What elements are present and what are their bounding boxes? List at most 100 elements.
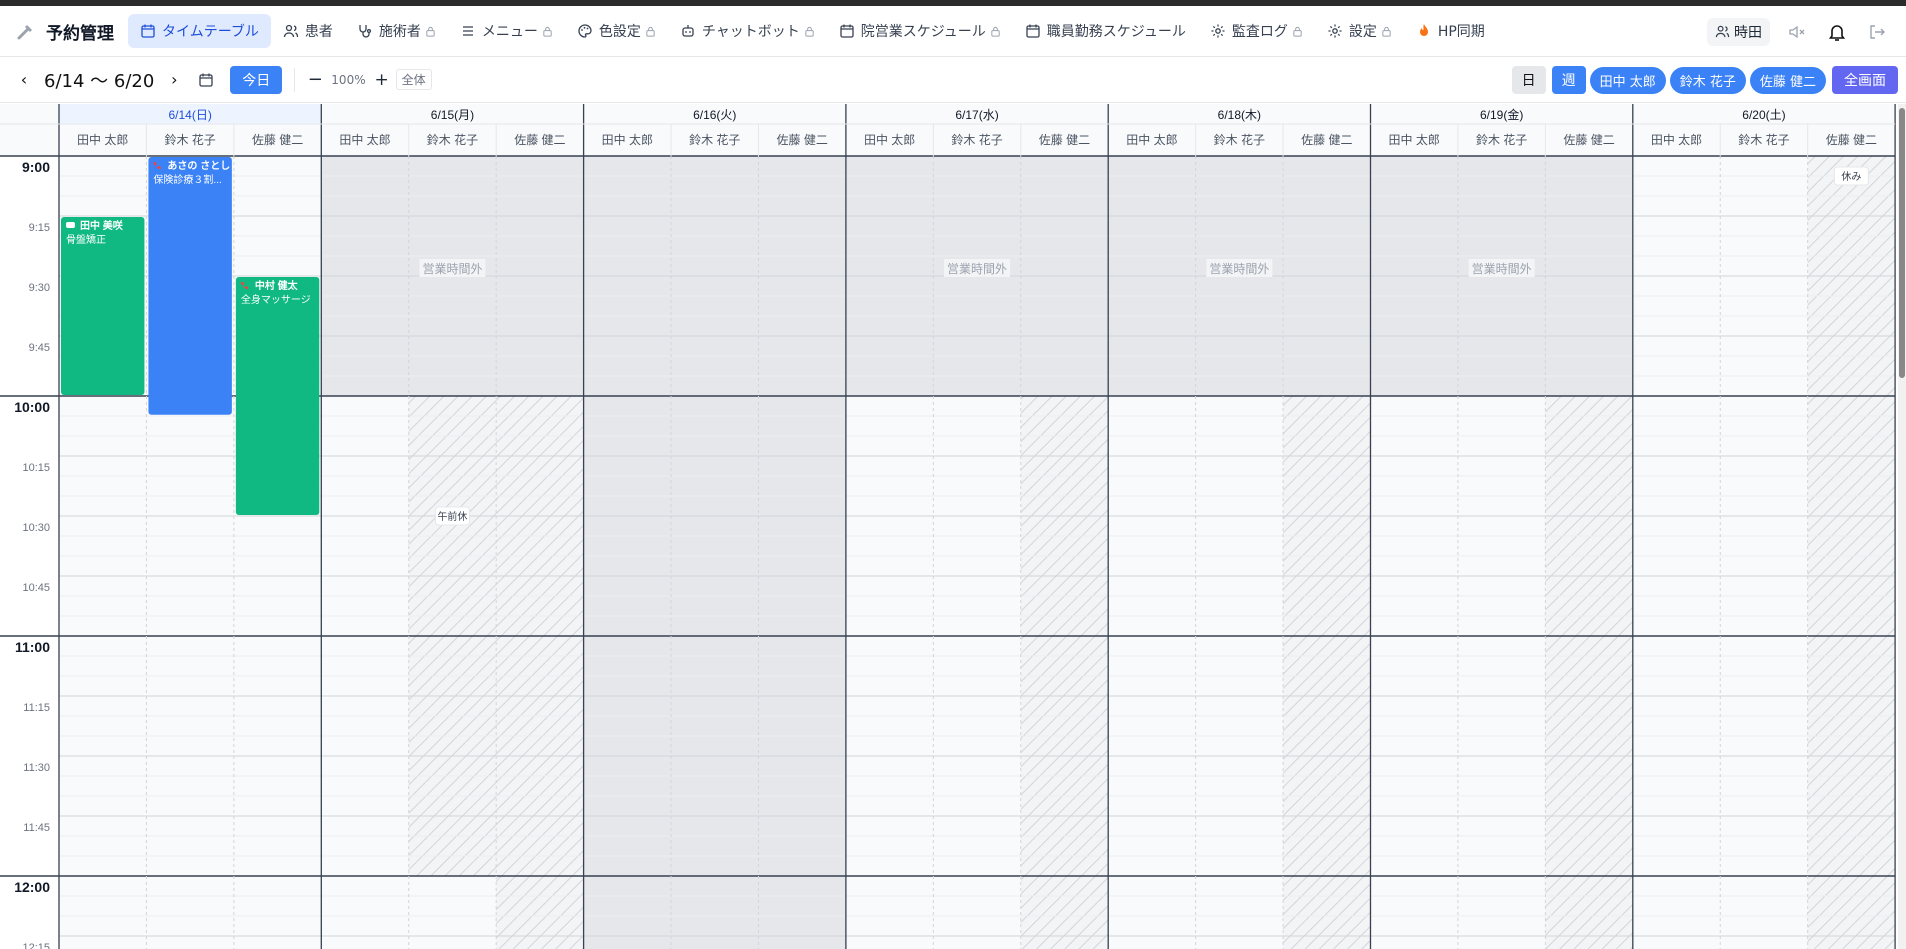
bot-icon (680, 23, 696, 39)
nav-item-4[interactable]: 色設定 (565, 14, 668, 48)
time-label: 11:00 (15, 639, 50, 655)
staff-column-header: 鈴木 花子 (427, 132, 478, 147)
today-button[interactable]: 今日 (230, 65, 283, 94)
staff-filter-pill[interactable]: 田中 太郎 (1589, 66, 1666, 94)
closed-label: 営業時間外 (1209, 262, 1269, 276)
zoom-in-button[interactable]: + (374, 70, 390, 90)
nav-item-label: 設定 (1348, 24, 1377, 40)
appointment-patient: 田中 美咲 (80, 219, 124, 232)
staff-column-header: 佐藤 健二 (1039, 133, 1090, 147)
closed-label: 営業時間外 (1472, 262, 1532, 276)
zoom-fit-button[interactable]: 全体 (395, 69, 432, 90)
prev-week-button[interactable]: ‹ (14, 70, 34, 90)
bell-icon[interactable] (1826, 21, 1848, 43)
staff-filter-pill[interactable]: 鈴木 花子 (1669, 66, 1746, 94)
day-header: 6/20(土) (1742, 108, 1785, 122)
users-icon (283, 23, 299, 39)
appointment-card[interactable]: 田中 美咲骨盤矯正 (61, 217, 145, 395)
tool-icon (17, 25, 32, 40)
staff-off-block (496, 396, 584, 949)
nav-item-5[interactable]: チャットボット (668, 14, 827, 48)
appointment-patient: あさの さとし (167, 159, 230, 172)
chat-icon (66, 222, 75, 228)
appointment-menu: 保険診療３割... (153, 173, 221, 186)
staff-column-header: 佐藤 健二 (1301, 133, 1352, 147)
time-label: 12:15 (22, 942, 50, 949)
staff-column-header: 佐藤 健二 (514, 133, 565, 147)
zoom-level: 100% (331, 72, 366, 87)
appointment-patient: 中村 健太 (255, 279, 299, 292)
closed-block (583, 156, 846, 949)
closed-label: 営業時間外 (422, 262, 482, 276)
day-header: 6/15(月) (431, 108, 474, 122)
zoom-out-button[interactable]: − (307, 69, 323, 90)
staff-off-block (1807, 156, 1896, 949)
app-logo: 予約管理 (16, 19, 114, 44)
logout-icon[interactable] (1866, 21, 1888, 43)
calendar-icon (140, 23, 156, 39)
date-picker-button[interactable] (196, 70, 216, 90)
gear-icon (1210, 23, 1226, 39)
nav-item-6[interactable]: 院営業スケジュール (827, 14, 1013, 48)
staff-column-header: 鈴木 花子 (1214, 132, 1265, 147)
staff-column-header: 鈴木 花子 (164, 132, 215, 147)
nav-item-3[interactable]: メニュー (448, 14, 565, 48)
time-label: 10:30 (22, 522, 50, 534)
nav-item-label: タイムテーブル (162, 24, 259, 40)
nav-item-1[interactable]: 患者 (271, 14, 345, 48)
day-view-button[interactable]: 日 (1511, 66, 1546, 94)
nav-item-0[interactable]: タイムテーブル (128, 14, 271, 48)
scrollbar-thumb[interactable] (1899, 108, 1905, 378)
calendar-icon (1025, 23, 1041, 39)
staff-column-header: 鈴木 花子 (1476, 132, 1527, 147)
fullscreen-button[interactable]: 全画面 (1832, 66, 1898, 94)
day-header: 6/16(火) (693, 108, 736, 122)
timetable-grid: 9:00 9:15 9:30 9:45 10:00 10:15 10:30 10:45 11:0… (0, 104, 1896, 949)
lock-icon (804, 26, 815, 37)
calendar-icon (199, 73, 213, 87)
nav-item-2[interactable]: 施術者 (345, 14, 448, 48)
lock-icon (990, 26, 1001, 37)
list-icon (460, 23, 476, 39)
nav-item-9[interactable]: 設定 (1315, 14, 1404, 48)
time-label: 11:45 (23, 822, 50, 834)
users-icon (1715, 25, 1730, 38)
appointment-menu: 全身マッサージ (241, 293, 311, 306)
staff-column-header: 田中 太郎 (339, 132, 390, 147)
time-label: 9:30 (29, 282, 50, 294)
lock-icon (425, 26, 436, 37)
staff-column-header: 佐藤 健二 (777, 133, 828, 147)
day-header: 6/19(金) (1480, 107, 1523, 122)
nav-item-8[interactable]: 監査ログ (1198, 14, 1315, 48)
user-chip[interactable]: 時田 (1707, 17, 1770, 46)
day-header: 6/14(日) (168, 108, 211, 122)
time-label: 10:45 (22, 582, 50, 594)
appointment-menu: 骨盤矯正 (66, 233, 106, 246)
vertical-scrollbar[interactable] (1898, 104, 1906, 949)
mute-icon[interactable] (1786, 21, 1808, 43)
user-name: 時田 (1734, 24, 1762, 41)
next-week-button[interactable]: › (164, 70, 184, 90)
nav-item-label: チャットボット (701, 24, 800, 40)
appointment-card[interactable]: あさの さとし保険診療３割... (148, 157, 232, 415)
staff-filter-pill[interactable]: 佐藤 健二 (1749, 66, 1826, 94)
appointment-card[interactable]: 中村 健太全身マッサージ (235, 277, 320, 515)
time-label: 9:45 (29, 342, 50, 354)
time-label: 11:30 (23, 762, 50, 774)
lock-icon (645, 26, 656, 37)
lock-icon (1292, 26, 1303, 37)
nav-item-10[interactable]: HP同期 (1404, 14, 1497, 48)
week-view-button[interactable]: 週 (1551, 66, 1586, 94)
date-range: 6/14 〜 6/20 (44, 70, 155, 92)
fire-icon (1416, 23, 1432, 39)
week-timetable: 9:00 9:15 9:30 9:45 10:00 10:15 10:30 10:45 11:0… (0, 104, 1906, 949)
nav-item-7[interactable]: 職員勤務スケジュール (1013, 14, 1198, 48)
calendar-toolbar: ‹ 6/14 〜 6/20 › 今日 − 100% + 全体 日 週 田中 太郎… (0, 57, 1906, 103)
lock-icon (1381, 26, 1392, 37)
staff-column-header: 田中 太郎 (1389, 132, 1440, 147)
time-label: 11:15 (23, 702, 50, 714)
nav-item-label: 色設定 (598, 24, 641, 40)
staff-column-header: 田中 太郎 (602, 132, 653, 147)
staff-column-header: 田中 太郎 (1126, 132, 1177, 147)
staff-column-header: 鈴木 花子 (951, 132, 1002, 147)
